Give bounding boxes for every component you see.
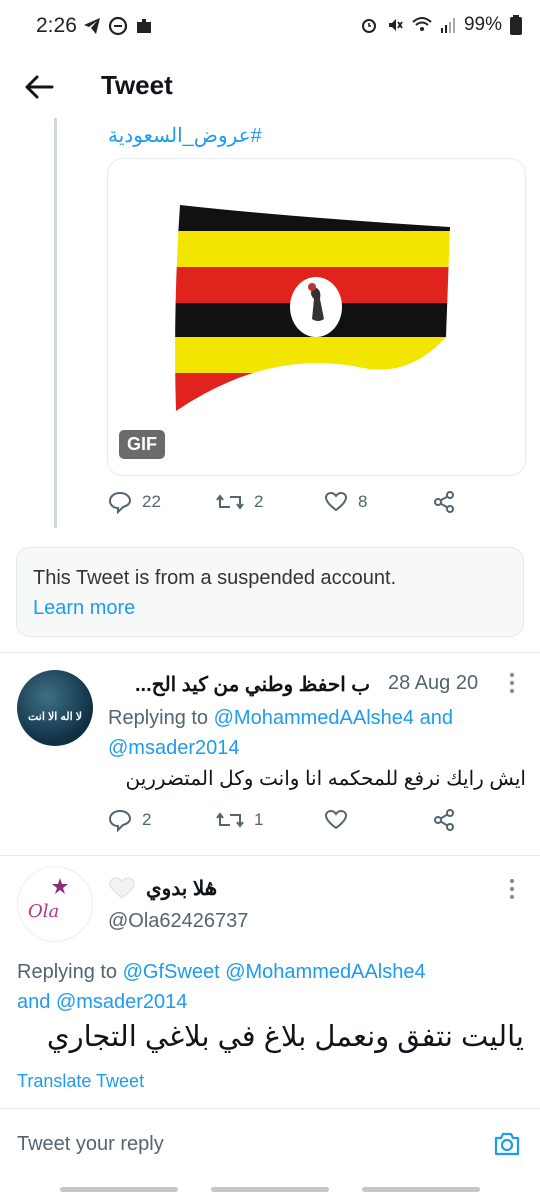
avatar-caption: لا اله الا انت: [28, 711, 82, 723]
divider: [0, 652, 540, 653]
replying-to: Replying to @MohammedAAlshe4 and @msader…: [108, 703, 528, 763]
divider: [0, 855, 540, 856]
share-button[interactable]: [432, 490, 456, 514]
gif-media[interactable]: GIF: [107, 158, 526, 476]
mention-link[interactable]: @MohammedAAlshe4: [225, 961, 425, 983]
like-button[interactable]: [324, 808, 348, 832]
author-handle[interactable]: @Ola62426737: [108, 910, 248, 933]
mention-link[interactable]: @GfSweet: [123, 961, 220, 983]
author-name[interactable]: ب احفظ وطني من كيد الح...: [135, 672, 385, 697]
tweet-text: ياليت نتفق ونعمل بلاغ في بلاغي التجاري: [46, 1021, 524, 1053]
reply-input[interactable]: Tweet your reply: [17, 1133, 164, 1156]
share-icon: [434, 491, 454, 513]
like-button[interactable]: 8: [324, 490, 367, 514]
avatar[interactable]: لا اله الا انت: [17, 670, 93, 746]
white-heart-icon: [109, 877, 135, 899]
avatar-caption: Ola: [28, 901, 60, 922]
battery-icon: [510, 15, 522, 35]
alarm-icon: [361, 19, 376, 33]
share-icon: [434, 809, 454, 831]
author-name[interactable]: ۿلا بدوي: [146, 876, 217, 901]
reply-button[interactable]: 2: [108, 808, 151, 832]
replying-prefix: Replying to: [108, 707, 209, 729]
tweet-date: 28 Aug 20: [388, 672, 479, 694]
suspended-account-notice: This Tweet is from a suspended account. …: [16, 547, 524, 637]
reply-composer[interactable]: Tweet your reply: [0, 1108, 540, 1179]
puzzle-icon: [137, 19, 151, 33]
reply-count: 22: [142, 492, 161, 511]
camera-icon[interactable]: [492, 1129, 522, 1159]
nav-back-pill[interactable]: [362, 1187, 480, 1192]
avatar[interactable]: Ola: [17, 866, 93, 942]
thread-connector: [54, 118, 57, 528]
heart-icon: [324, 809, 348, 830]
messenger-icon: [108, 16, 128, 36]
mute-icon: [388, 19, 403, 31]
status-right: 99%: [360, 14, 522, 36]
retweet-count: 2: [254, 492, 264, 511]
retweet-count: 1: [254, 810, 264, 829]
status-bar: 2:26 99%: [0, 0, 540, 56]
retweet-icon: [216, 494, 244, 510]
retweet-button[interactable]: 2: [216, 490, 263, 514]
reply-count: 2: [142, 810, 152, 829]
wifi-icon: [412, 17, 432, 31]
more-options-icon[interactable]: [509, 671, 515, 695]
reply-icon: [108, 809, 132, 832]
app-bar: Tweet: [0, 56, 540, 118]
back-arrow-icon[interactable]: [22, 70, 56, 104]
telegram-icon: [84, 18, 100, 34]
like-count: 8: [358, 492, 368, 511]
replying-to: Replying to @GfSweet @MohammedAAlshe4 an…: [17, 957, 527, 1017]
page-title: Tweet: [101, 70, 173, 100]
mention-link[interactable]: @msader2014: [108, 737, 239, 759]
translate-tweet-link[interactable]: Translate Tweet: [17, 1071, 144, 1092]
tweet-text: ايش رايك نرفع للمحكمه انا وانت وكل المتض…: [125, 768, 526, 790]
replying-prefix: Replying to: [17, 961, 118, 983]
star-icon: [52, 878, 68, 894]
status-left-icons: [82, 16, 154, 36]
uganda-flag-image: [175, 205, 450, 411]
nav-home-pill[interactable]: [211, 1187, 329, 1192]
battery-percent: 99%: [463, 14, 502, 35]
nav-recent-pill[interactable]: [60, 1187, 178, 1192]
reply-button[interactable]: 22: [108, 490, 161, 514]
signal-icon: [440, 18, 455, 33]
retweet-icon: [216, 812, 244, 828]
hashtag-link[interactable]: #عروض_السعودية: [108, 123, 262, 148]
gif-badge: GIF: [119, 430, 165, 459]
system-nav-bar: [0, 1178, 540, 1200]
heart-icon: [324, 491, 348, 512]
mention-link[interactable]: @msader2014: [56, 991, 187, 1013]
learn-more-link[interactable]: Learn more: [33, 597, 135, 620]
share-button[interactable]: [432, 808, 456, 832]
and-text: and: [17, 991, 51, 1013]
reply-icon: [108, 491, 132, 514]
retweet-button[interactable]: 1: [216, 808, 263, 832]
status-time: 2:26: [36, 14, 77, 37]
mention-link[interactable]: @MohammedAAlshe4: [214, 707, 414, 729]
more-options-icon[interactable]: [509, 877, 515, 901]
notice-text: This Tweet is from a suspended account.: [33, 567, 397, 589]
and-text: and: [419, 707, 453, 729]
